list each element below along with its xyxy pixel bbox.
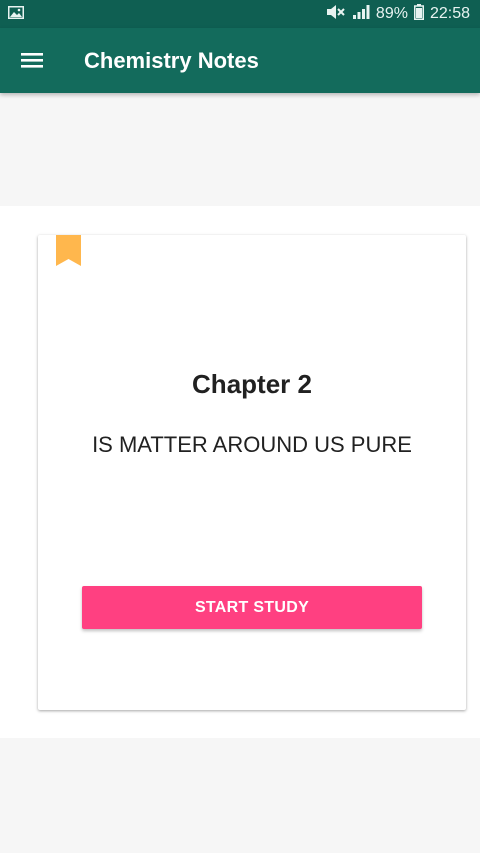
bookmark-icon[interactable] xyxy=(56,235,81,266)
chapter-title: Chapter 2 xyxy=(192,369,312,399)
app-bar: Chemistry Notes xyxy=(0,28,480,93)
battery-percent: 89% xyxy=(375,5,408,22)
chapter-name: IS MATTER AROUND US PURE xyxy=(92,432,412,457)
menu-button[interactable] xyxy=(18,48,46,72)
mute-icon xyxy=(326,4,346,25)
menu-icon xyxy=(21,53,43,68)
app-title: Chemistry Notes xyxy=(84,48,259,73)
clock: 22:58 xyxy=(429,5,470,22)
start-study-button[interactable]: START STUDY xyxy=(82,586,422,629)
signal-icon xyxy=(352,4,370,25)
status-bar: 89% 22:58 xyxy=(0,0,480,28)
image-icon xyxy=(8,6,24,19)
status-indicators: 89% 22:58 xyxy=(326,3,470,25)
battery-icon xyxy=(413,3,424,25)
chapter-card: Chapter 2 IS MATTER AROUND US PURE START… xyxy=(38,235,466,710)
